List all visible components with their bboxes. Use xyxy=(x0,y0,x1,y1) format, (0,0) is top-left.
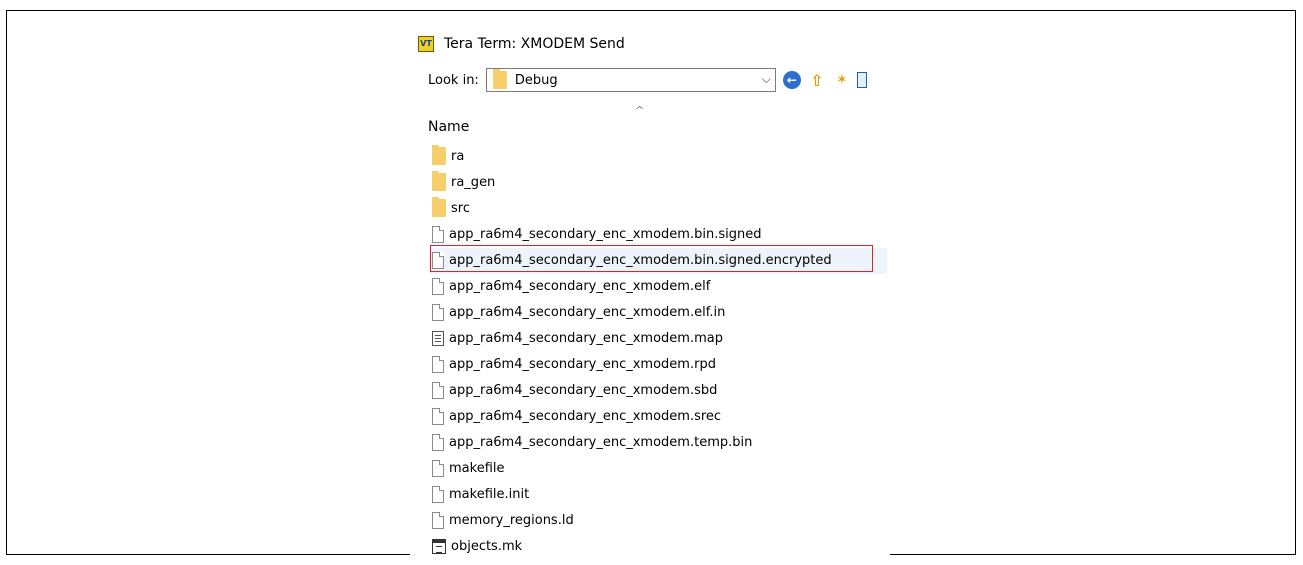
folder-icon xyxy=(432,197,446,217)
list-item[interactable]: app_ra6m4_secondary_enc_xmodem.map xyxy=(432,326,723,350)
up-folder-icon[interactable]: ⇧ xyxy=(808,71,826,90)
folder-icon xyxy=(492,69,507,89)
text-file-icon xyxy=(432,330,444,346)
look-in-value: Debug xyxy=(514,72,558,88)
makefile-icon xyxy=(432,538,446,554)
item-label: objects.mk xyxy=(451,538,523,554)
item-label: ra xyxy=(451,148,465,164)
list-item[interactable]: src xyxy=(432,196,470,220)
item-label: app_ra6m4_secondary_enc_xmodem.map xyxy=(449,330,723,346)
list-item[interactable]: objects.mk xyxy=(432,534,522,556)
list-item[interactable]: app_ra6m4_secondary_enc_xmodem.elf xyxy=(432,274,710,298)
list-item[interactable]: ra xyxy=(432,144,464,168)
file-icon xyxy=(432,303,444,321)
view-menu-icon[interactable] xyxy=(856,72,867,88)
selection-highlight-box xyxy=(430,245,873,272)
folder-icon xyxy=(432,145,446,165)
list-item[interactable]: makefile xyxy=(432,456,505,480)
file-icon xyxy=(432,433,444,451)
list-item[interactable]: app_ra6m4_secondary_enc_xmodem.bin.signe… xyxy=(432,222,761,246)
file-icon xyxy=(432,511,444,529)
look-in-toolbar: Look in: Debug ⌵ ← ⇧ ✶ xyxy=(410,64,890,96)
item-label: app_ra6m4_secondary_enc_xmodem.rpd xyxy=(449,356,716,372)
item-label: makefile xyxy=(449,460,505,476)
list-item[interactable]: app_ra6m4_secondary_enc_xmodem.temp.bin xyxy=(432,430,752,454)
list-item[interactable]: app_ra6m4_secondary_enc_xmodem.srec xyxy=(432,404,721,428)
file-icon xyxy=(432,459,444,477)
item-label: app_ra6m4_secondary_enc_xmodem.elf.in xyxy=(449,304,726,320)
item-label: app_ra6m4_secondary_enc_xmodem.srec xyxy=(449,408,722,424)
chevron-down-icon[interactable]: ⌵ xyxy=(762,72,771,87)
name-column-header[interactable]: Name xyxy=(428,119,469,135)
item-label: app_ra6m4_secondary_enc_xmodem.temp.bin xyxy=(449,434,753,450)
look-in-label: Look in: xyxy=(428,72,479,88)
file-icon xyxy=(432,225,444,243)
window-title: Tera Term: XMODEM Send xyxy=(444,36,625,52)
file-icon xyxy=(432,407,444,425)
list-item[interactable]: memory_regions.ld xyxy=(432,508,574,532)
list-item[interactable]: app_ra6m4_secondary_enc_xmodem.elf.in xyxy=(432,300,725,324)
item-label: app_ra6m4_secondary_enc_xmodem.elf xyxy=(449,278,711,294)
list-item[interactable]: app_ra6m4_secondary_enc_xmodem.rpd xyxy=(432,352,716,376)
sort-ascending-icon: ^ xyxy=(635,104,645,117)
column-header-row: ^ Name xyxy=(410,104,890,136)
list-item[interactable]: app_ra6m4_secondary_enc_xmodem.sbd xyxy=(432,378,717,402)
list-item[interactable]: makefile.init xyxy=(432,482,529,506)
item-label: src xyxy=(451,200,470,216)
file-icon xyxy=(432,355,444,373)
teraterm-app-icon: VT xyxy=(418,36,434,52)
file-icon xyxy=(432,277,444,295)
item-label: memory_regions.ld xyxy=(449,512,574,528)
item-label: app_ra6m4_secondary_enc_xmodem.bin.signe… xyxy=(449,226,762,242)
list-item[interactable]: ra_gen xyxy=(432,170,495,194)
file-icon xyxy=(432,381,444,399)
item-label: ra_gen xyxy=(451,174,496,190)
file-icon xyxy=(432,485,444,503)
folder-icon xyxy=(432,171,446,191)
xmodem-send-dialog: VT Tera Term: XMODEM Send Look in: Debug… xyxy=(410,18,890,556)
title-bar[interactable]: VT Tera Term: XMODEM Send xyxy=(410,28,890,60)
back-icon[interactable]: ← xyxy=(782,71,801,89)
item-label: app_ra6m4_secondary_enc_xmodem.sbd xyxy=(449,382,718,398)
new-folder-icon[interactable]: ✶ xyxy=(833,71,851,89)
look-in-dropdown[interactable]: Debug ⌵ xyxy=(485,68,776,92)
item-label: makefile.init xyxy=(449,486,530,502)
